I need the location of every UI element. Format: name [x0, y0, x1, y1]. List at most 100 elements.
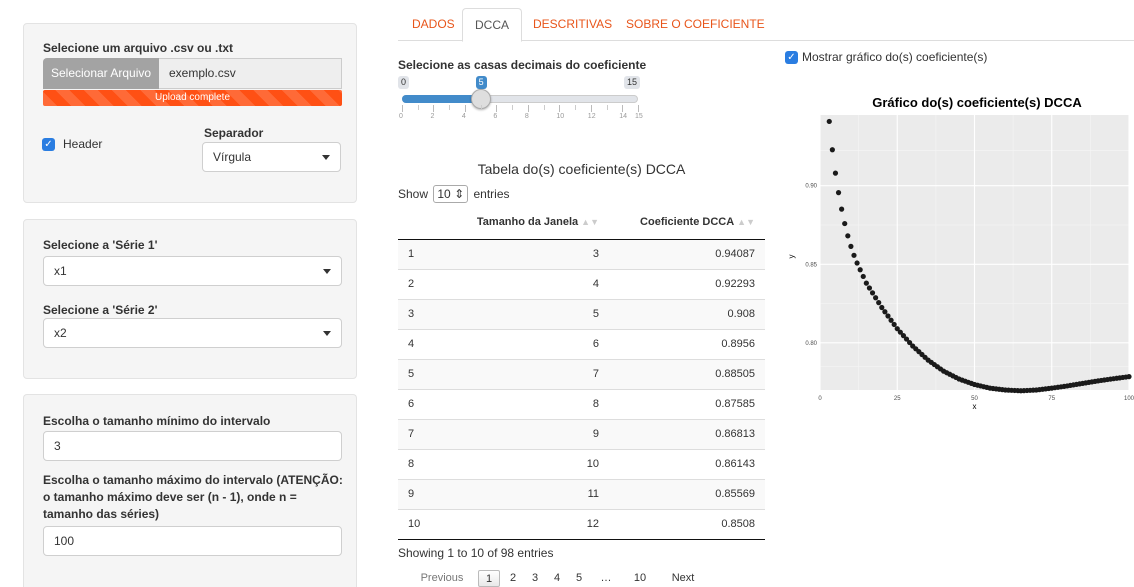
serie1-select-value: x1 [54, 264, 67, 278]
decimals-slider[interactable]: 0 15 5 0 2 4 6 8 10 12 14 15 [398, 76, 643, 124]
data-point [891, 321, 897, 328]
coefficient-cell: 0.908 [609, 298, 765, 329]
separator-select-value: Vírgula [213, 150, 252, 164]
tab-dados[interactable]: DADOS [400, 8, 467, 41]
tab-dcca[interactable]: DCCA [462, 8, 523, 42]
slider-tick-label: 12 [587, 113, 596, 120]
slider-tick [543, 105, 545, 110]
column-header-coefficient[interactable]: Coeficiente DCCA ▲▼ [609, 206, 765, 240]
dcca-plot: 0 25 50 75 1000.800.850.90Gráfico do(s) coef… [787, 95, 1134, 411]
coefficient-cell: 0.86813 [609, 418, 765, 449]
chevron-down-icon [322, 155, 330, 160]
slider-tick [590, 105, 592, 112]
x-axis-label: x [973, 402, 977, 411]
page-button[interactable]: 2 [506, 570, 520, 587]
row-index-cell: 5 [398, 358, 460, 389]
dcca-table: Tamanho da Janela ▲▼ Coeficiente DCCA ▲▼ 1… [398, 206, 765, 540]
row-index-cell: 7 [398, 418, 460, 449]
file-name-field[interactable]: exemplo.csv [159, 58, 342, 89]
page-button[interactable]: 4 [550, 570, 564, 587]
slider-tick-label: 14 [619, 113, 628, 120]
window-size-cell: 5 [460, 298, 609, 329]
show-plot-checkbox[interactable]: ✓ [785, 51, 798, 64]
slider-max-label: 15 [623, 76, 640, 89]
slider-tick-label: 15 [635, 113, 643, 120]
previous-page-button[interactable]: Previous [419, 570, 465, 587]
slider-tick [449, 105, 451, 110]
header-checkbox[interactable]: ✓ [42, 138, 55, 151]
serie1-label: Selecione a 'Série 1' [43, 238, 158, 252]
coefficient-cell: 0.8956 [609, 328, 765, 359]
sort-icon: ▲▼ [737, 217, 755, 228]
select-file-button[interactable]: Selecionar Arquivo [43, 58, 159, 89]
table-info: Showing 1 to 10 of 98 entries [398, 546, 554, 560]
slider-tick [417, 105, 419, 110]
data-point [873, 295, 879, 301]
data-point [866, 285, 873, 291]
slider-fill [402, 95, 481, 103]
interval-panel: Escolha o tamanho mínimo do intervalo 3 … [23, 394, 357, 587]
serie2-select[interactable]: x2 [43, 318, 342, 348]
data-point [826, 118, 832, 125]
table-row: 7 9 0.86813 [398, 418, 765, 449]
x-tick-label: 0 [818, 396, 822, 402]
row-index-cell: 9 [398, 478, 460, 509]
slider-tick-label: 0 [399, 113, 403, 120]
chevron-down-icon [323, 269, 331, 274]
window-size-cell: 9 [460, 418, 609, 449]
file-input-panel: Selecione um arquivo .csv ou .txt Seleci… [23, 23, 357, 203]
data-point [888, 317, 894, 323]
data-point [885, 313, 891, 319]
slider-tick [402, 105, 403, 112]
slider-tick [559, 105, 561, 112]
page-length-value: 10 [437, 187, 451, 201]
page-length-control: Show 10 ⇕ entries [398, 185, 510, 203]
max-interval-label: Escolha o tamanho máximo do intervalo (A… [43, 473, 343, 521]
show-prefix: Show [398, 187, 429, 201]
table-row: 10 12 0.8508 [398, 508, 765, 540]
table-row: 5 7 0.88505 [398, 358, 765, 389]
table-header-row: Tamanho da Janela ▲▼ Coeficiente DCCA ▲▼ [398, 206, 765, 240]
row-index-cell: 6 [398, 388, 460, 419]
next-page-button[interactable]: Next [664, 570, 702, 587]
window-size-cell: 7 [460, 358, 609, 389]
file-input-group: Selecionar Arquivo exemplo.csv Upload co… [43, 58, 342, 115]
page-button[interactable]: 1 [478, 570, 500, 587]
row-index-cell: 3 [398, 298, 460, 329]
page-button[interactable]: 10 [628, 570, 652, 587]
column-header-window[interactable]: Tamanho da Janela ▲▼ [460, 206, 609, 240]
slider-tick-label: 8 [524, 113, 529, 120]
data-point [876, 300, 882, 306]
row-index-cell: 8 [398, 448, 460, 479]
coefficient-cell: 0.92293 [609, 268, 765, 299]
plot-title: Gráfico do(s) coeficiente(s) DCCA [872, 95, 1082, 110]
y-axis-label: y [787, 255, 796, 259]
page-button[interactable]: 5 [572, 570, 586, 587]
data-point [879, 304, 885, 311]
upload-progress-bar: Upload complete [43, 90, 342, 106]
table-row: 8 10 0.86143 [398, 448, 765, 479]
data-point [832, 170, 839, 176]
window-size-cell: 3 [460, 238, 609, 269]
page-length-select[interactable]: 10 ⇕ [433, 185, 469, 203]
data-point [839, 206, 845, 212]
column-header-index [398, 206, 460, 240]
min-interval-input[interactable]: 3 [43, 431, 342, 461]
data-point [1126, 374, 1132, 380]
page-button[interactable]: 3 [528, 570, 542, 587]
file-input-label: Selecione um arquivo .csv ou .txt [43, 41, 234, 55]
serie1-select[interactable]: x1 [43, 256, 342, 286]
separator-select[interactable]: Vírgula [202, 142, 341, 172]
max-interval-input[interactable]: 100 [43, 526, 342, 556]
data-point [835, 190, 842, 196]
show-plot-label: Mostrar gráfico do(s) coeficiente(s) [802, 50, 988, 64]
y-tick-label: 0.90 [805, 184, 817, 190]
data-point [863, 280, 869, 286]
slider-tick [464, 105, 466, 112]
data-point [851, 252, 857, 258]
coefficient-cell: 0.8508 [609, 508, 765, 540]
slider-tick [527, 105, 529, 112]
tab-sobre-o-coeficiente[interactable]: SOBRE O COEFICIENTE [614, 8, 777, 41]
column-header-coefficient-label: Coeficiente DCCA [640, 216, 735, 229]
tab-descritivas[interactable]: DESCRITIVAS [521, 8, 624, 41]
